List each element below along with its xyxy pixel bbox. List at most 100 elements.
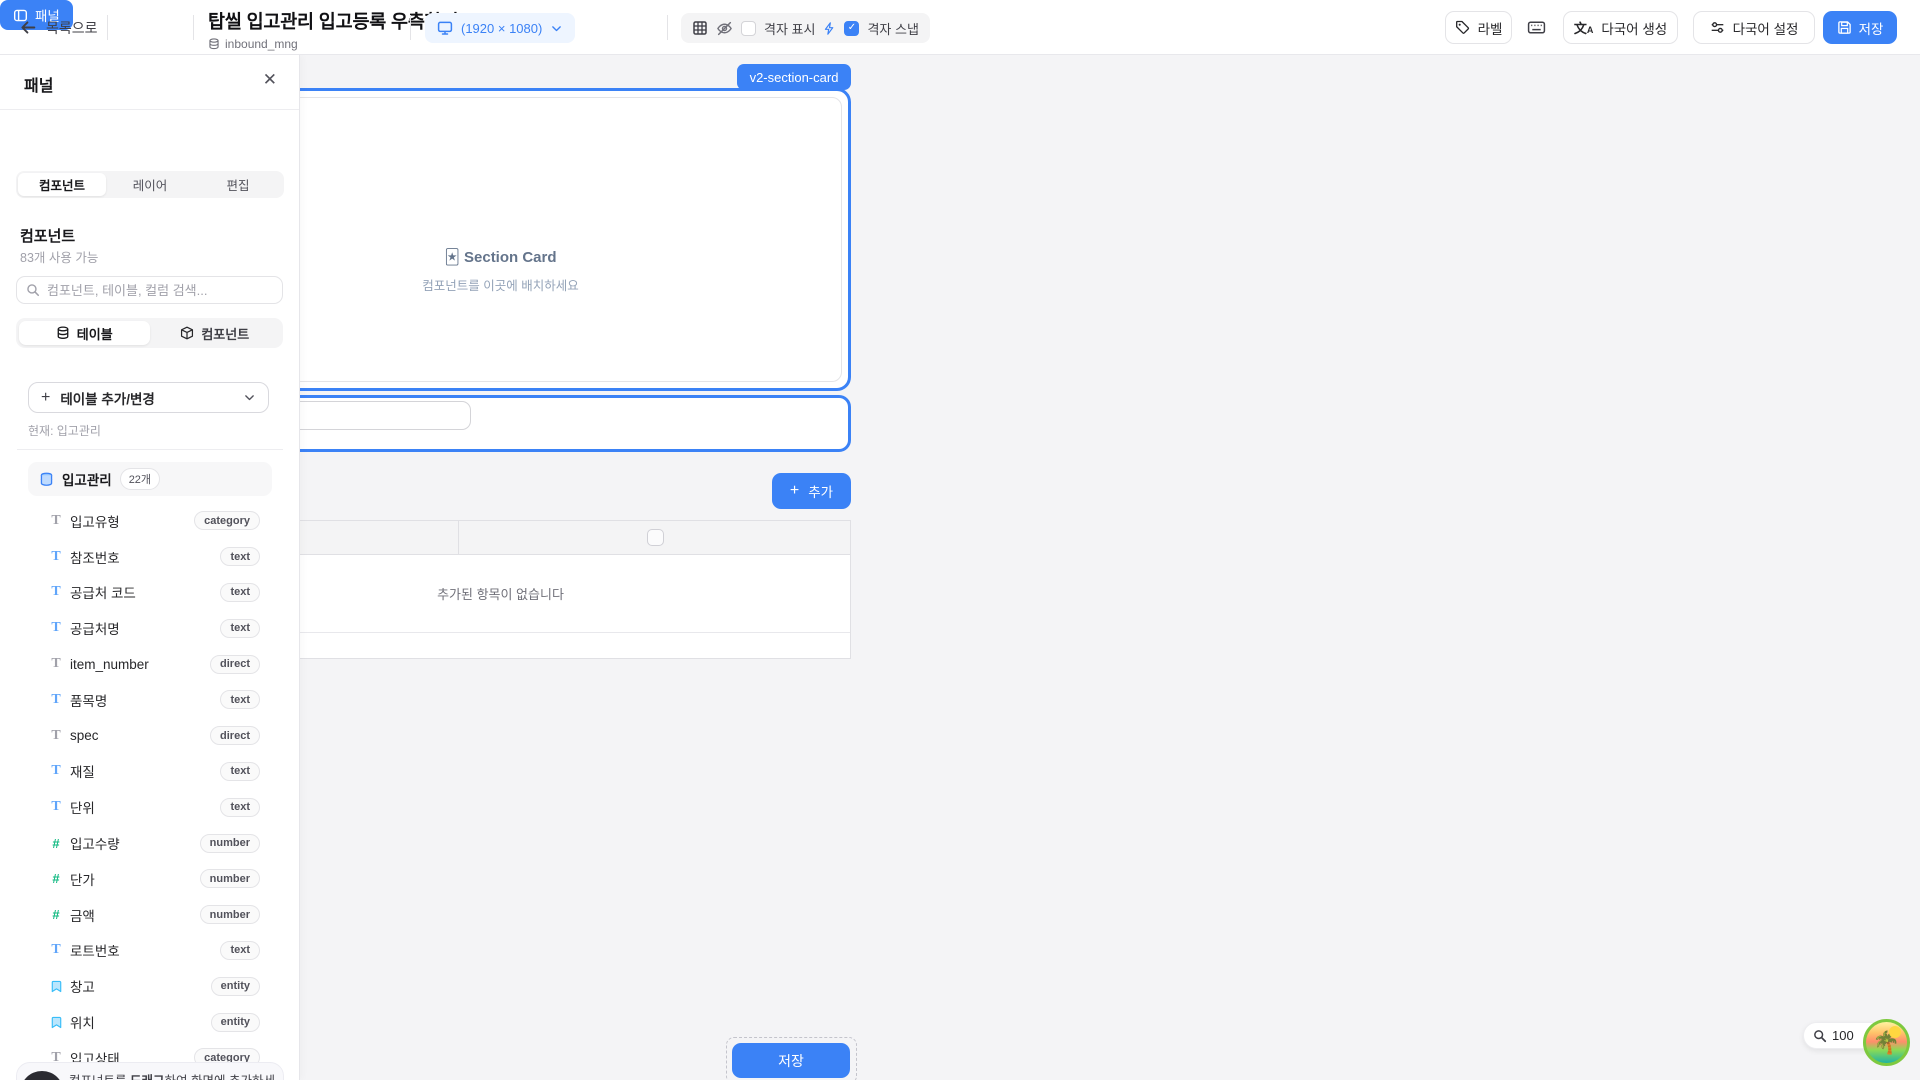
chevron-down-icon	[550, 22, 563, 35]
text-field-icon: T	[48, 584, 64, 600]
keyboard-shortcuts-button[interactable]	[1520, 11, 1553, 44]
back-to-list-button[interactable]: 목록으로	[20, 0, 98, 55]
field-item-입고유형[interactable]: T입고유형category	[0, 503, 300, 539]
field-type-badge: number	[200, 905, 260, 924]
table-name: 입고관리	[62, 469, 112, 489]
components-panel: 패널 ✕ 컴포넌트 레이어 편집 컴포넌트 83개 사용 가능	[0, 55, 300, 1080]
field-name: 금액	[70, 905, 95, 925]
field-name: 창고	[70, 976, 95, 996]
mode-table-segment[interactable]: 테이블	[19, 321, 150, 345]
field-type-badge: text	[220, 583, 260, 602]
island-sticker-icon[interactable]: 🌴	[1863, 1019, 1910, 1066]
components-heading: 컴포넌트	[20, 225, 75, 246]
entity-field-icon	[48, 980, 64, 993]
plus-icon: +	[790, 482, 799, 500]
database-icon	[56, 326, 70, 340]
i18n-generate-button[interactable]: 文A 다국어 생성	[1563, 11, 1678, 44]
top-toolbar: 목록으로 패널 탑씰 입고관리 입고등록 우측화면 inbound_mng	[0, 0, 1920, 55]
divider	[193, 15, 194, 40]
database-icon	[208, 38, 220, 50]
field-type-badge: text	[220, 762, 260, 781]
app-stage: v2-section-card 🃏 Section Card 컴포넌트를 이곳에…	[0, 0, 1920, 1080]
close-icon[interactable]: ✕	[263, 70, 277, 90]
page-title: 탑씰 입고관리 입고등록 우측화면	[208, 8, 458, 34]
field-name: item_number	[70, 657, 149, 672]
field-type-badge: number	[200, 834, 260, 853]
field-name: 품목명	[70, 690, 107, 710]
entity-field-icon	[48, 1016, 64, 1029]
grid-show-label: 격자 표시	[764, 19, 815, 38]
label-button[interactable]: 라벨	[1445, 11, 1512, 44]
tab-layers[interactable]: 레이어	[106, 173, 194, 196]
sliders-icon	[1710, 20, 1725, 35]
search-input[interactable]	[47, 283, 273, 298]
plus-icon: +	[41, 389, 50, 407]
field-name: 단가	[70, 869, 95, 889]
back-arrow-icon	[20, 19, 37, 36]
text-field-icon: T	[48, 692, 64, 708]
field-item-단가[interactable]: #단가number	[0, 861, 300, 897]
grid-icon[interactable]	[692, 20, 708, 36]
field-item-품목명[interactable]: T 품목명 text	[0, 682, 300, 718]
field-name: 공급처명	[70, 618, 120, 638]
canvas-save-button[interactable]: 저장	[732, 1043, 850, 1078]
i18n-settings-button[interactable]: 다국어 설정	[1693, 11, 1815, 44]
text-field-icon: T	[48, 549, 64, 565]
cube-icon	[180, 326, 194, 340]
field-item-spec[interactable]: Tspecdirect	[0, 718, 300, 754]
field-name: 위치	[70, 1012, 95, 1032]
tab-edit[interactable]: 편집	[194, 173, 282, 196]
search-icon	[26, 283, 40, 297]
save-button[interactable]: 저장	[1823, 11, 1897, 44]
text-field-icon: T	[48, 942, 64, 958]
grid-snap-label: 격자 스냅	[867, 19, 918, 38]
field-item-입고수량[interactable]: #입고수량number	[0, 825, 300, 861]
sun-dot	[1889, 1026, 1901, 1038]
monitor-icon	[437, 20, 453, 36]
field-type-badge: text	[220, 798, 260, 817]
tab-components[interactable]: 컴포넌트	[18, 173, 106, 196]
field-item-재질[interactable]: T 재질 text	[0, 754, 300, 790]
panel-tab-bar: 컴포넌트 레이어 편집	[16, 171, 284, 198]
field-item-금액[interactable]: #금액number	[0, 897, 300, 933]
field-item-로트번호[interactable]: T로트번호text	[0, 933, 300, 969]
keyboard-icon	[1527, 18, 1546, 37]
select-all-checkbox[interactable]	[647, 529, 664, 546]
field-item-공급처 코드[interactable]: T공급처 코드text	[0, 575, 300, 611]
add-row-button[interactable]: + 추가	[772, 473, 851, 509]
field-item-위치[interactable]: 위치 entity	[0, 1004, 300, 1040]
field-item-창고[interactable]: 창고entity	[0, 968, 300, 1004]
table-count-badge: 22개	[120, 468, 160, 490]
magnifier-icon	[1813, 1029, 1827, 1043]
field-item-참조번호[interactable]: T참조번호text	[0, 539, 300, 575]
mode-component-segment[interactable]: 컴포넌트	[150, 321, 281, 345]
grid-show-checkbox[interactable]	[741, 21, 756, 36]
field-name: 참조번호	[70, 547, 120, 567]
divider	[17, 449, 283, 450]
field-name: 재질	[70, 761, 95, 781]
grid-snap-checkbox[interactable]: ✓	[844, 21, 859, 36]
field-type-badge: entity	[211, 1013, 260, 1032]
add-table-button[interactable]: + 테이블 추가/변경	[28, 382, 269, 413]
text-field-icon: T	[48, 763, 64, 779]
text-field-icon: T	[48, 799, 64, 815]
field-item-단위[interactable]: T단위text	[0, 789, 300, 825]
eye-off-icon[interactable]	[716, 20, 733, 37]
lightning-icon	[823, 21, 836, 36]
field-type-badge: text	[220, 690, 260, 709]
database-icon	[39, 472, 54, 487]
table-subtitle: inbound_mng	[225, 37, 298, 51]
selection-tag: v2-section-card	[737, 64, 851, 90]
divider	[667, 15, 668, 40]
table-item-inbound[interactable]: 입고관리 22개	[28, 462, 272, 496]
category-field-icon: T	[48, 728, 64, 744]
resolution-selector[interactable]: (1920 × 1080)	[425, 13, 575, 43]
tag-icon	[1455, 20, 1470, 35]
field-item-item_number[interactable]: Titem_numberdirect	[0, 646, 300, 682]
number-field-icon: #	[48, 836, 64, 851]
dropzone-title: Section Card	[464, 249, 557, 266]
field-name: 입고유형	[70, 511, 120, 531]
translate-icon: 文A	[1574, 18, 1594, 37]
save-icon	[1837, 20, 1852, 35]
field-item-공급처명[interactable]: T공급처명text	[0, 610, 300, 646]
